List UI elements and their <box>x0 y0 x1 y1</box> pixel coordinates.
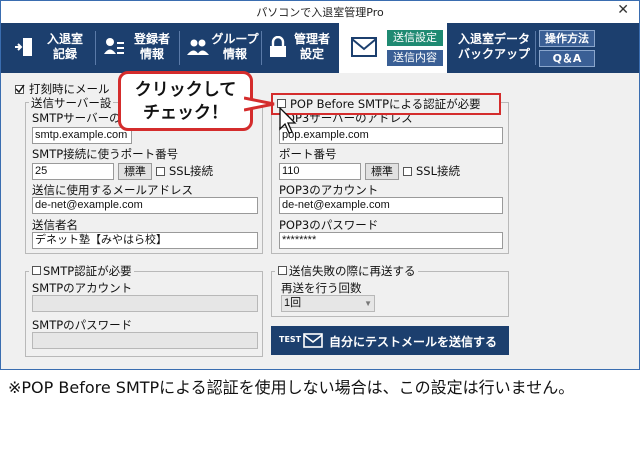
close-icon[interactable]: ✕ <box>617 2 629 18</box>
main-toolbar: 入退室 記録 登録者 情報 グループ 情報 管理者 設定 送信設定 送信内容 入… <box>1 23 639 73</box>
entry-record-button[interactable]: 入退室 記録 <box>9 27 93 69</box>
title-bar: パソコンで入退室管理Pro ✕ <box>1 1 639 23</box>
smtp-ssl-label: SSL接続 <box>169 164 214 178</box>
pop-password-label: POP3のパスワード <box>279 218 379 232</box>
callout-line-1: クリックして <box>134 80 237 100</box>
pop-password-input[interactable]: ******** <box>279 232 503 249</box>
mouse-cursor-icon <box>279 107 297 134</box>
sender-name-input[interactable]: デネット塾【みやはら校】 <box>32 232 258 249</box>
smtp-ssl-checkbox[interactable] <box>156 167 165 176</box>
howto-button[interactable]: 操作方法 <box>539 30 595 47</box>
smtp-password-label: SMTPのパスワード <box>32 318 133 332</box>
mail-envelope-icon <box>351 37 377 57</box>
group-info-label-2: 情報 <box>222 47 247 61</box>
toolbar-divider <box>535 31 536 65</box>
test-button-label: 自分にテストメールを送信する <box>329 335 498 349</box>
entry-record-label-1: 入退室 <box>46 32 83 46</box>
send-content-tab[interactable]: 送信内容 <box>387 50 443 66</box>
toolbar-divider <box>95 31 96 65</box>
admin-settings-label-1: 管理者 <box>293 32 330 46</box>
door-exit-icon <box>15 38 32 56</box>
smtp-port-input[interactable]: 25 <box>32 163 114 180</box>
pop-before-option[interactable]: POP Before SMTPによる認証が必要 <box>273 95 499 113</box>
smtp-server-label: SMTPサーバーの <box>32 111 121 125</box>
admin-settings-button[interactable]: 管理者 設定 <box>263 27 335 69</box>
callout-pointer-icon <box>244 96 275 112</box>
pop-ssl-label: SSL接続 <box>416 164 461 178</box>
instruction-callout: クリックして チェック！ <box>118 71 253 131</box>
smtp-password-input[interactable] <box>32 332 258 349</box>
user-list-icon <box>104 38 124 54</box>
pop-account-label: POP3のアカウント <box>279 183 379 197</box>
test-prefix: TEST <box>279 335 302 344</box>
toolbar-divider <box>261 31 262 65</box>
window-title: パソコンで入退室管理Pro <box>256 6 384 19</box>
admin-settings-label-2: 設定 <box>299 47 324 61</box>
smtp-auth-checkbox[interactable] <box>32 266 41 275</box>
pop-port-label: ポート番号 <box>279 147 337 161</box>
pop-before-label: POP Before SMTPによる認証が必要 <box>290 97 481 111</box>
toolbar-divider <box>179 31 180 65</box>
smtp-server-input[interactable]: smtp.example.com <box>32 127 132 144</box>
group-icon <box>187 39 209 55</box>
send-test-mail-button[interactable]: TEST 自分にテストメールを送信する <box>271 326 509 355</box>
register-info-label-1: 登録者 <box>133 32 170 46</box>
retry-count-select[interactable]: 1回 ▼ <box>281 295 375 312</box>
pop-port-standard-button[interactable]: 標準 <box>365 163 399 180</box>
smtp-auth-title: SMTP認証が必要 <box>29 263 134 279</box>
callout-line-2: チェック！ <box>143 103 228 123</box>
qa-button[interactable]: Q＆A <box>539 50 595 67</box>
smtp-account-label: SMTPのアカウント <box>32 281 133 295</box>
send-server-group-title: 送信サーバー設 <box>29 95 114 111</box>
group-info-label-1: グループ <box>211 32 259 46</box>
backup-label-1: 入退室データ <box>457 32 530 46</box>
sender-name-label: 送信者名 <box>32 218 78 232</box>
send-address-input[interactable]: de-net@example.com <box>32 197 258 214</box>
dropdown-arrow-icon: ▼ <box>364 299 372 308</box>
pop-ssl-checkbox[interactable] <box>403 167 412 176</box>
retry-count-value: 1回 <box>284 297 302 309</box>
entry-record-label-2: 記録 <box>52 47 77 61</box>
pop-account-input[interactable]: de-net@example.com <box>279 197 503 214</box>
pop-port-input[interactable]: 110 <box>279 163 361 180</box>
send-settings-tab[interactable]: 送信設定 <box>387 30 443 46</box>
lock-icon <box>270 36 286 57</box>
mail-icon <box>303 333 323 348</box>
retry-checkbox[interactable] <box>278 266 287 275</box>
smtp-port-label: SMTP接続に使うポート番号 <box>32 147 179 161</box>
check-mark-icon <box>15 84 25 94</box>
pop-server-input[interactable]: pop.example.com <box>279 127 503 144</box>
register-info-button[interactable]: 登録者 情報 <box>99 27 177 69</box>
smtp-port-standard-button[interactable]: 標準 <box>118 163 152 180</box>
backup-button[interactable]: 入退室データ バックアップ <box>453 27 535 69</box>
backup-label-2: バックアップ <box>457 47 530 61</box>
send-address-label: 送信に使用するメールアドレス <box>32 183 193 197</box>
register-info-label-2: 情報 <box>139 47 164 61</box>
group-info-button[interactable]: グループ 情報 <box>183 27 259 69</box>
app-window: パソコンで入退室管理Pro ✕ 入退室 記録 登録者 情報 グループ 情報 管理… <box>0 0 640 370</box>
retry-count-label: 再送を行う回数 <box>281 281 362 295</box>
footer-note: ※POP Before SMTPによる認証を使用しない場合は、この設定は行いませ… <box>8 378 575 397</box>
retry-title: 送信失敗の際に再送する <box>275 263 418 279</box>
smtp-account-input[interactable] <box>32 295 258 312</box>
mail-tab-active[interactable]: 送信設定 送信内容 <box>339 23 447 73</box>
